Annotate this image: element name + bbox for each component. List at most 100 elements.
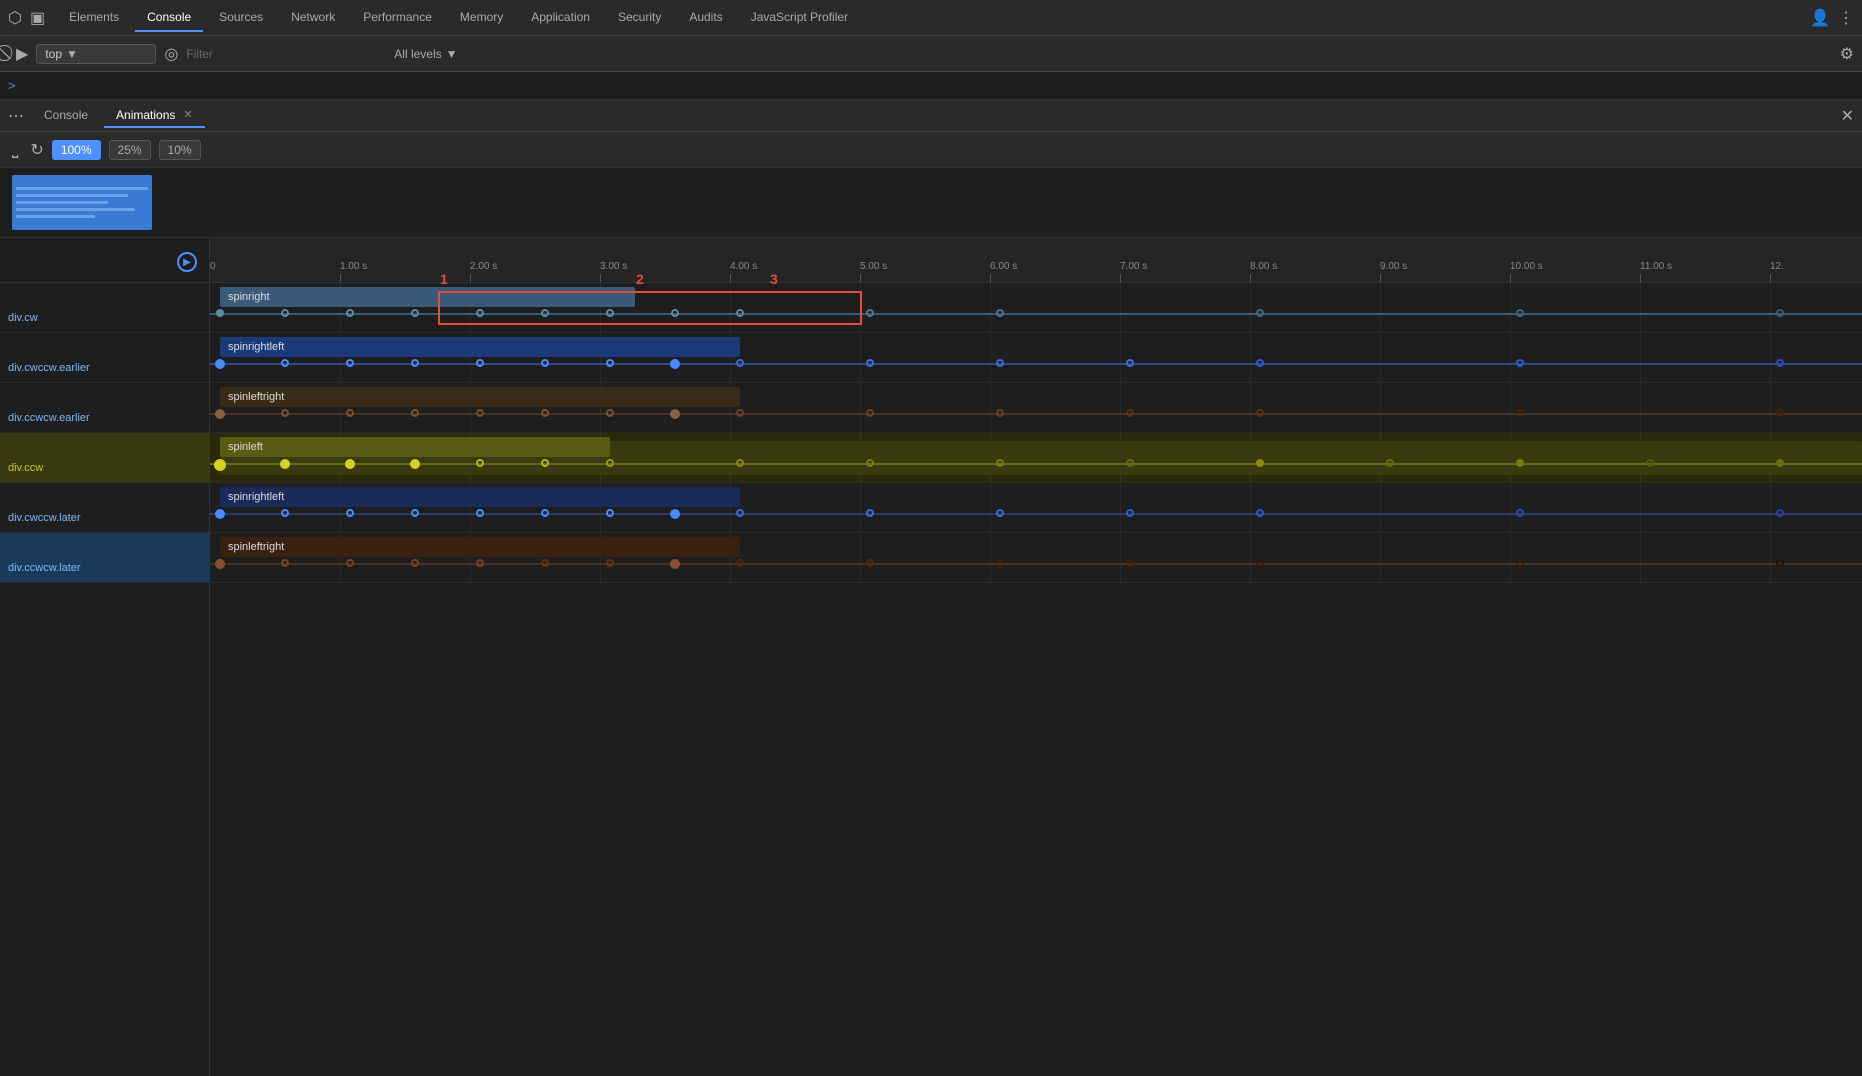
console-toolbar: ⃠ ▶ top ▼ ◎ All levels ▼ ⚙ xyxy=(0,36,1862,72)
track-row-div-ccwcw-later[interactable]: spinleftright xyxy=(210,533,1862,583)
tab-network[interactable]: Network xyxy=(279,4,347,32)
mobile-icon[interactable]: ▣ xyxy=(30,8,45,28)
tick-11s: 11.00 s xyxy=(1640,261,1672,272)
kf-cw-2 xyxy=(346,309,354,317)
levels-dropdown[interactable]: All levels ▼ xyxy=(394,47,457,61)
preview-line-1 xyxy=(16,187,148,190)
label-row-div-cwccw-later[interactable]: div.cwccw.later xyxy=(0,483,209,533)
anim-bar-spinleftright-later[interactable]: spinleftright xyxy=(220,537,740,557)
tickline-3 xyxy=(600,274,601,282)
grid-5 xyxy=(860,283,861,332)
tab-audits[interactable]: Audits xyxy=(677,4,734,32)
animation-preview-block[interactable] xyxy=(12,175,152,230)
anim-label-spinrightleft-later: spinrightleft xyxy=(228,491,284,503)
tab-js-profiler[interactable]: JavaScript Profiler xyxy=(739,4,860,32)
pause-icon[interactable]: ⎵ xyxy=(12,141,18,159)
preview-lines xyxy=(16,187,148,218)
tracks-area: spinright 1 2 3 xyxy=(210,283,1862,583)
anim-bar-spinleftright-earlier[interactable]: spinleftright xyxy=(220,387,740,407)
grid-8 xyxy=(1250,283,1251,332)
tick-4s: 4.00 s xyxy=(730,261,757,272)
tick-9s: 9.00 s xyxy=(1380,261,1407,272)
anim-label-spinrightleft-earlier: spinrightleft xyxy=(228,341,284,353)
tickline-7 xyxy=(1120,274,1121,282)
tab-sources[interactable]: Sources xyxy=(207,4,275,32)
grid-7 xyxy=(1120,283,1121,332)
animation-preview-area xyxy=(0,168,1862,238)
speed-10-button[interactable]: 10% xyxy=(159,140,201,160)
label-row-div-cwccw-earlier[interactable]: div.cwccw.earlier xyxy=(0,333,209,383)
kf-cw-8 xyxy=(736,309,744,317)
tickline-2 xyxy=(470,274,471,282)
track-row-div-ccwcw-earlier[interactable]: spinleftright xyxy=(210,383,1862,433)
timeline-content: 0 1.00 s 2.00 s 3.00 s 4.00 s 5.00 s 6.0… xyxy=(210,238,1862,1076)
more-tabs-icon[interactable]: ⋯ xyxy=(8,106,24,126)
track-row-div-cwccw-later[interactable]: spinrightleft xyxy=(210,483,1862,533)
filter-input[interactable] xyxy=(186,47,386,61)
grid-9 xyxy=(1380,283,1381,332)
labels-column: ▶ div.cw div.cwccw.earlier div.ccwcw.ear… xyxy=(0,238,210,1076)
tickline-12 xyxy=(1770,274,1771,282)
anim-bar-spinrightleft-later[interactable]: spinrightleft xyxy=(220,487,740,507)
label-div-cwccw-later: div.cwccw.later xyxy=(8,512,81,524)
kf-cw-10 xyxy=(996,309,1004,317)
tickline-9 xyxy=(1380,274,1381,282)
replay-icon[interactable]: ↻ xyxy=(30,140,43,160)
tickline-4 xyxy=(730,274,731,282)
speed-25-button[interactable]: 25% xyxy=(109,140,151,160)
speed-100-button[interactable]: 100% xyxy=(52,140,101,160)
tick-6s: 6.00 s xyxy=(990,261,1017,272)
more-menu-icon[interactable]: ⋮ xyxy=(1838,8,1854,28)
animation-controls-row: ⎵ ↻ 100% 25% 10% xyxy=(0,132,1862,168)
kf-cw-13 xyxy=(1776,309,1784,317)
tickline-10 xyxy=(1510,274,1511,282)
tab-console-drawer[interactable]: Console xyxy=(32,104,100,128)
preview-line-2 xyxy=(16,194,128,197)
anim-bar-spinrightleft-earlier[interactable]: spinrightleft xyxy=(220,337,740,357)
tab-performance[interactable]: Performance xyxy=(351,4,444,32)
kf-cw-9 xyxy=(866,309,874,317)
eye-icon[interactable]: ◎ xyxy=(164,44,178,64)
label-row-div-ccw[interactable]: div.ccw xyxy=(0,433,209,483)
playhead-button[interactable]: ▶ xyxy=(177,252,197,272)
anim-bar-spinleft[interactable]: spinleft xyxy=(220,437,610,457)
tick-5s: 5.00 s xyxy=(860,261,887,272)
tick-0: 0 xyxy=(210,261,216,272)
keyframe-track-line-cw xyxy=(210,313,1862,315)
track-row-div-cw[interactable]: spinright 1 2 3 xyxy=(210,283,1862,333)
context-selector[interactable]: top ▼ xyxy=(36,44,156,64)
track-row-div-cwccw-earlier[interactable]: spinrightleft xyxy=(210,333,1862,383)
play-icon[interactable]: ▶ xyxy=(16,44,28,64)
top-tab-bar: ⬡ ▣ Elements Console Sources Network Per… xyxy=(0,0,1862,36)
user-icon: 👤 xyxy=(1810,8,1830,28)
tab-security[interactable]: Security xyxy=(606,4,673,32)
tick-1s: 1.00 s xyxy=(340,261,367,272)
kf-cw-4 xyxy=(476,309,484,317)
label-row-div-ccwcw-earlier[interactable]: div.ccwcw.earlier xyxy=(0,383,209,433)
tick-3s: 3.00 s xyxy=(600,261,627,272)
anim-label-spinleftright-earlier: spinleftright xyxy=(228,391,284,403)
label-row-div-ccwcw-later[interactable]: div.ccwcw.later xyxy=(0,533,209,583)
cursor-icon[interactable]: ⬡ xyxy=(8,8,22,28)
anim-bar-spinright[interactable]: spinright xyxy=(220,287,635,307)
label-div-ccwcw-later: div.ccwcw.later xyxy=(8,562,81,574)
close-panel-icon[interactable]: ✕ xyxy=(1841,106,1854,126)
tab-console[interactable]: Console xyxy=(135,4,203,32)
tab-animations-close-icon[interactable]: ✕ xyxy=(183,108,192,121)
tab-animations[interactable]: Animations ✕ xyxy=(104,104,205,128)
track-row-div-ccw[interactable]: spinleft xyxy=(210,433,1862,483)
preview-line-4 xyxy=(16,208,135,211)
anim-label-spinright: spinright xyxy=(228,291,270,303)
tab-elements[interactable]: Elements xyxy=(57,4,131,32)
kf-cw-11 xyxy=(1256,309,1264,317)
grid-12 xyxy=(1770,283,1771,332)
settings-gear-icon[interactable]: ⚙ xyxy=(1840,44,1854,64)
tab-memory[interactable]: Memory xyxy=(448,4,515,32)
tick-7s: 7.00 s xyxy=(1120,261,1147,272)
grid-11 xyxy=(1640,283,1641,332)
grid-4 xyxy=(730,283,731,332)
tab-application[interactable]: Application xyxy=(519,4,602,32)
grid-6 xyxy=(990,283,991,332)
tickline-6 xyxy=(990,274,991,282)
label-row-div-cw[interactable]: div.cw xyxy=(0,283,209,333)
